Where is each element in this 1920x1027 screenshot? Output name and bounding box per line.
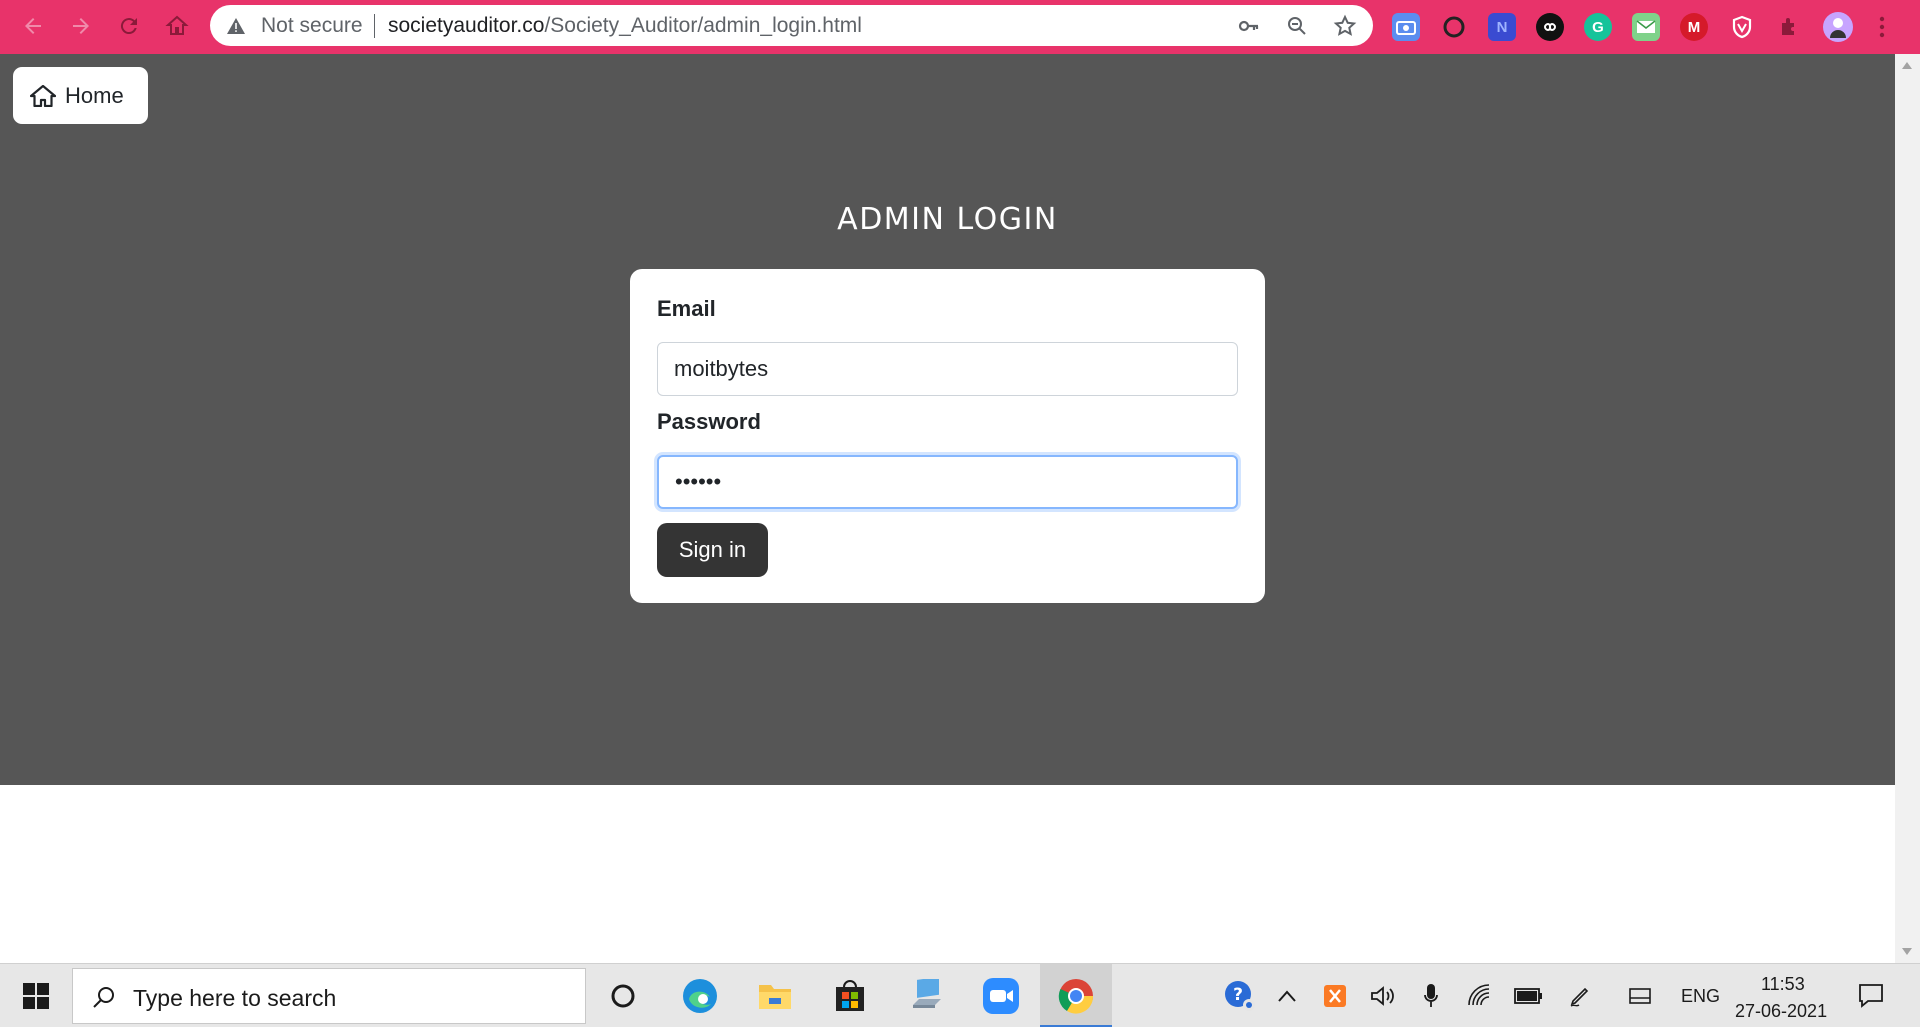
edge-icon[interactable] xyxy=(678,974,722,1018)
sign-in-button[interactable]: Sign in xyxy=(657,523,768,577)
url-path: /Society_Auditor/admin_login.html xyxy=(544,14,862,37)
scroll-up-arrow[interactable] xyxy=(1902,62,1912,69)
page-title: ADMIN LOGIN xyxy=(837,202,1058,237)
volume-icon[interactable] xyxy=(1369,982,1397,1010)
taskbar: Type here to search ? ENG 11:53 27-06-20… xyxy=(0,963,1920,1027)
browser-toolbar: Not secure societyauditor.co/Society_Aud… xyxy=(0,0,1920,54)
home-button[interactable]: Home xyxy=(13,67,148,124)
security-label[interactable]: Not secure xyxy=(261,15,363,36)
chrome-icon[interactable] xyxy=(1054,974,1098,1018)
battery-icon[interactable] xyxy=(1514,982,1544,1010)
language-indicator[interactable]: ENG xyxy=(1681,986,1720,1007)
keyboard-icon[interactable] xyxy=(1626,982,1654,1010)
shield-extension-icon[interactable] xyxy=(1728,13,1756,41)
home-icon xyxy=(30,84,56,107)
password-label: Password xyxy=(657,409,761,434)
taskbar-search-box[interactable]: Type here to search xyxy=(72,968,586,1024)
profile-avatar[interactable] xyxy=(1823,12,1853,42)
wifi-icon[interactable] xyxy=(1466,982,1494,1010)
address-separator xyxy=(374,14,375,38)
login-hero-section: Home ADMIN LOGIN Email Password Sign in xyxy=(0,54,1895,785)
scroll-down-arrow[interactable] xyxy=(1902,948,1912,955)
windows-logo-icon xyxy=(23,983,49,1009)
password-field[interactable] xyxy=(657,455,1238,509)
page-scrollbar[interactable] xyxy=(1895,54,1920,963)
home-icon xyxy=(165,15,189,35)
infinity-extension-icon[interactable] xyxy=(1536,13,1564,41)
m-extension-icon[interactable]: M xyxy=(1680,13,1708,41)
forward-button[interactable] xyxy=(65,10,97,42)
help-icon[interactable]: ? xyxy=(1223,979,1257,1013)
key-icon[interactable] xyxy=(1236,14,1260,38)
laptop-app-icon[interactable] xyxy=(905,974,949,1018)
screenshot-extension-icon[interactable] xyxy=(1392,13,1420,41)
start-button[interactable] xyxy=(0,964,72,1027)
browser-menu-icon[interactable] xyxy=(1872,13,1892,41)
url-host: societyauditor.co xyxy=(388,14,545,37)
login-form-card: Email Password Sign in xyxy=(630,269,1265,603)
xampp-icon[interactable] xyxy=(1321,982,1349,1010)
mail-checker-icon[interactable] xyxy=(1632,13,1660,41)
store-icon[interactable] xyxy=(828,974,872,1018)
star-icon[interactable] xyxy=(1333,14,1357,38)
back-button[interactable] xyxy=(17,10,49,42)
clock-date[interactable]: 27-06-2021 xyxy=(1735,1001,1827,1022)
grammarly-icon[interactable]: G xyxy=(1584,13,1612,41)
email-field[interactable] xyxy=(657,342,1238,396)
email-label: Email xyxy=(657,296,716,321)
svg-text:?: ? xyxy=(1233,985,1243,1005)
reload-icon xyxy=(120,18,137,35)
chevron-up-icon[interactable] xyxy=(1273,982,1301,1010)
pen-icon[interactable] xyxy=(1566,982,1594,1010)
arrow-left-icon xyxy=(25,18,41,34)
home-button-label: Home xyxy=(65,82,124,108)
puzzle-icon[interactable] xyxy=(1776,13,1804,41)
home-page-button[interactable] xyxy=(161,10,193,42)
search-icon xyxy=(93,987,114,1008)
n-extension-icon[interactable]: N xyxy=(1488,13,1516,41)
warning-icon xyxy=(227,18,245,34)
clock-time[interactable]: 11:53 xyxy=(1761,974,1805,995)
microphone-icon[interactable] xyxy=(1417,982,1445,1010)
zoom-icon[interactable] xyxy=(1285,14,1309,38)
circle-extension-icon[interactable] xyxy=(1440,13,1468,41)
zoom-icon[interactable] xyxy=(979,974,1023,1018)
page-viewport: Home ADMIN LOGIN Email Password Sign in xyxy=(0,54,1895,785)
notification-icon[interactable] xyxy=(1857,981,1885,1009)
address-bar[interactable]: Not secure societyauditor.co/Society_Aud… xyxy=(210,5,1373,46)
file-explorer-icon[interactable] xyxy=(753,974,797,1018)
cortana-icon[interactable] xyxy=(601,974,645,1018)
search-placeholder: Type here to search xyxy=(133,985,337,1011)
arrow-right-icon xyxy=(73,18,89,34)
reload-button[interactable] xyxy=(113,10,145,42)
url-text[interactable]: societyauditor.co/Society_Auditor/admin_… xyxy=(388,14,862,37)
